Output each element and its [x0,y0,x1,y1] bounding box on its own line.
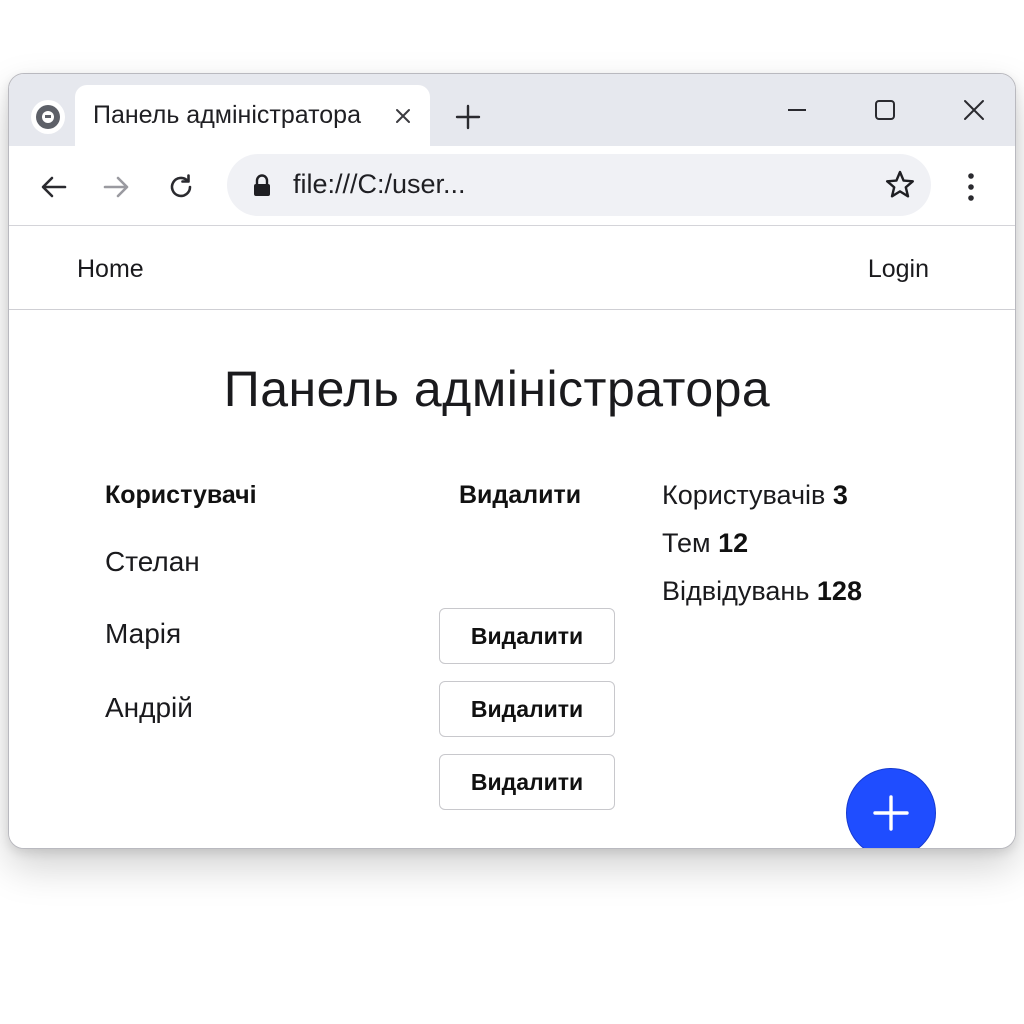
stat-topics: Тем 12 [662,528,748,559]
reload-icon [170,174,192,198]
user-name: Стелан [105,546,200,577]
page-title: Панель адміністратора [223,361,771,417]
delete-user-button[interactable]: Видалити [439,754,615,810]
close-icon[interactable] [392,105,414,127]
stat-visits: Відвідувань 128 [662,576,862,607]
arrow-left-icon [41,176,67,198]
delete-user-button[interactable]: Видалити [439,681,615,737]
star-icon[interactable] [883,168,917,202]
browser-toolbar: file:///C:/user... [9,146,1015,226]
stat-label: Відвідувань [662,576,817,606]
users-column-header: Користувачі [105,481,257,509]
stat-label: Користувачів [662,480,833,510]
stat-value: 128 [816,576,862,606]
delete-user-button[interactable]: Видалити [439,608,615,664]
browser-tab[interactable]: Панель адміністратора [75,85,430,146]
plus-icon [455,104,481,130]
tab-title: Панель адміністратора [93,101,361,129]
add-button[interactable] [846,768,936,848]
nav-login-link[interactable]: Login [868,255,929,284]
minimize-icon [788,109,806,111]
browser-logo-icon [31,100,65,134]
page-content: Home Login Панель адміністратора Користу… [9,226,1015,848]
close-icon [964,100,984,120]
site-navbar: Home Login [9,226,1015,310]
maximize-button[interactable] [863,92,907,128]
browser-menu-button[interactable] [957,168,985,206]
address-bar[interactable]: file:///C:/user... [227,154,931,216]
more-vertical-icon [968,173,974,201]
stat-value: 12 [718,528,749,558]
stat-value: 3 [832,480,848,510]
new-tab-button[interactable] [453,102,483,132]
plus-icon [873,795,909,831]
maximize-icon [875,100,895,120]
window-close-button[interactable] [952,92,996,128]
user-name: Марія [105,618,182,649]
browser-window: Панель адміністратора file:///C:/user...… [8,73,1016,849]
forward-button[interactable] [97,168,135,206]
stat-label: Тем [662,528,719,558]
back-button[interactable] [35,168,73,206]
nav-home-link[interactable]: Home [77,255,144,284]
reload-button[interactable] [162,168,200,206]
tab-strip: Панель адміністратора [9,74,1015,146]
user-name: Андрій [105,692,193,723]
minimize-button[interactable] [775,92,819,128]
delete-column-header: Видалити [459,481,582,509]
arrow-right-icon [103,176,129,198]
url-text: file:///C:/user... [293,169,466,199]
stat-users: Користувачів 3 [662,480,848,511]
lock-icon [251,173,273,197]
